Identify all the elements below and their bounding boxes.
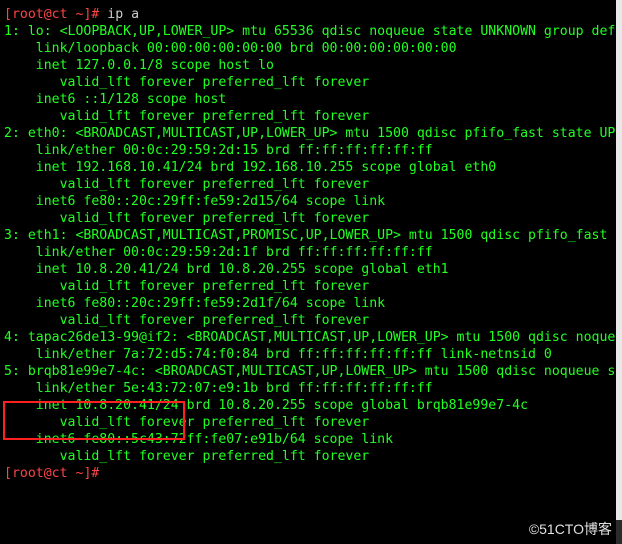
prompt-at: @ <box>44 7 52 22</box>
iface-lo-inet: inet 127.0.0.1/8 scope host lo <box>4 58 274 73</box>
iface-lo-inet6: inet6 ::1/128 scope host <box>4 92 226 107</box>
iface-eth0-link: link/ether 00:0c:29:59:2d:15 brd ff:ff:f… <box>4 143 433 158</box>
iface-lo-header: 1: lo: <LOOPBACK,UP,LOWER_UP> mtu 65536 … <box>4 24 622 39</box>
iface-brq-valid2: valid_lft forever preferred_lft forever <box>4 449 369 464</box>
iface-tap-link: link/ether 7a:72:d5:74:f0:84 brd ff:ff:f… <box>4 347 552 362</box>
command-text: ip a <box>107 7 139 22</box>
iface-eth0-valid2: valid_lft forever preferred_lft forever <box>4 211 369 226</box>
iface-lo-valid2: valid_lft forever preferred_lft forever <box>4 109 369 124</box>
iface-eth1-inet: inet 10.8.20.41/24 brd 10.8.20.255 scope… <box>4 262 449 277</box>
iface-eth1-valid1: valid_lft forever preferred_lft forever <box>4 279 369 294</box>
scrollbar-thumb[interactable] <box>616 0 622 520</box>
prompt-host: ct <box>52 7 68 22</box>
prompt-at-2: @ <box>44 466 52 481</box>
prompt-hash-2: # <box>91 466 107 481</box>
iface-tap-header: 4: tapac26de13-99@if2: <BROADCAST,MULTIC… <box>4 330 622 345</box>
iface-brq-header: 5: brqb81e99e7-4c: <BROADCAST,MULTICAST,… <box>4 364 622 379</box>
prompt-open-bracket: [ <box>4 7 12 22</box>
iface-brq-link: link/ether 5e:43:72:07:e9:1b brd ff:ff:f… <box>4 381 433 396</box>
iface-lo-link: link/loopback 00:00:00:00:00:00 brd 00:0… <box>4 41 457 56</box>
prompt-user: root <box>12 7 44 22</box>
iface-brq-inet: inet 10.8.20.41/24 brd 10.8.20.255 scope… <box>4 398 528 413</box>
iface-eth1-header: 3: eth1: <BROADCAST,MULTICAST,PROMISC,UP… <box>4 228 622 243</box>
prompt-hash: # <box>91 7 107 22</box>
iface-eth0-inet: inet 192.168.10.41/24 brd 192.168.10.255… <box>4 160 496 175</box>
iface-brq-valid1: valid_lft forever preferred_lft forever <box>4 415 369 430</box>
iface-eth0-inet6: inet6 fe80::20c:29ff:fe59:2d15/64 scope … <box>4 194 385 209</box>
prompt-path: ~ <box>68 7 84 22</box>
iface-brq-inet6: inet6 fe80::5c43:72ff:fe07:e91b/64 scope… <box>4 432 393 447</box>
iface-lo-valid1: valid_lft forever preferred_lft forever <box>4 75 369 90</box>
terminal-output[interactable]: [root@ct ~]# ip a 1: lo: <LOOPBACK,UP,LO… <box>0 0 622 484</box>
iface-eth1-inet6: inet6 fe80::20c:29ff:fe59:2d1f/64 scope … <box>4 296 385 311</box>
prompt-host-2: ct <box>52 466 68 481</box>
watermark-text: ©51CTO博客 <box>529 519 612 539</box>
prompt-path-2: ~ <box>68 466 84 481</box>
iface-eth0-valid1: valid_lft forever preferred_lft forever <box>4 177 369 192</box>
scrollbar-track[interactable] <box>616 0 622 544</box>
prompt-open-bracket-2: [ <box>4 466 12 481</box>
iface-eth0-header: 2: eth0: <BROADCAST,MULTICAST,UP,LOWER_U… <box>4 126 622 141</box>
prompt-user-2: root <box>12 466 44 481</box>
iface-eth1-link: link/ether 00:0c:29:59:2d:1f brd ff:ff:f… <box>4 245 433 260</box>
iface-eth1-valid2: valid_lft forever preferred_lft forever <box>4 313 369 328</box>
